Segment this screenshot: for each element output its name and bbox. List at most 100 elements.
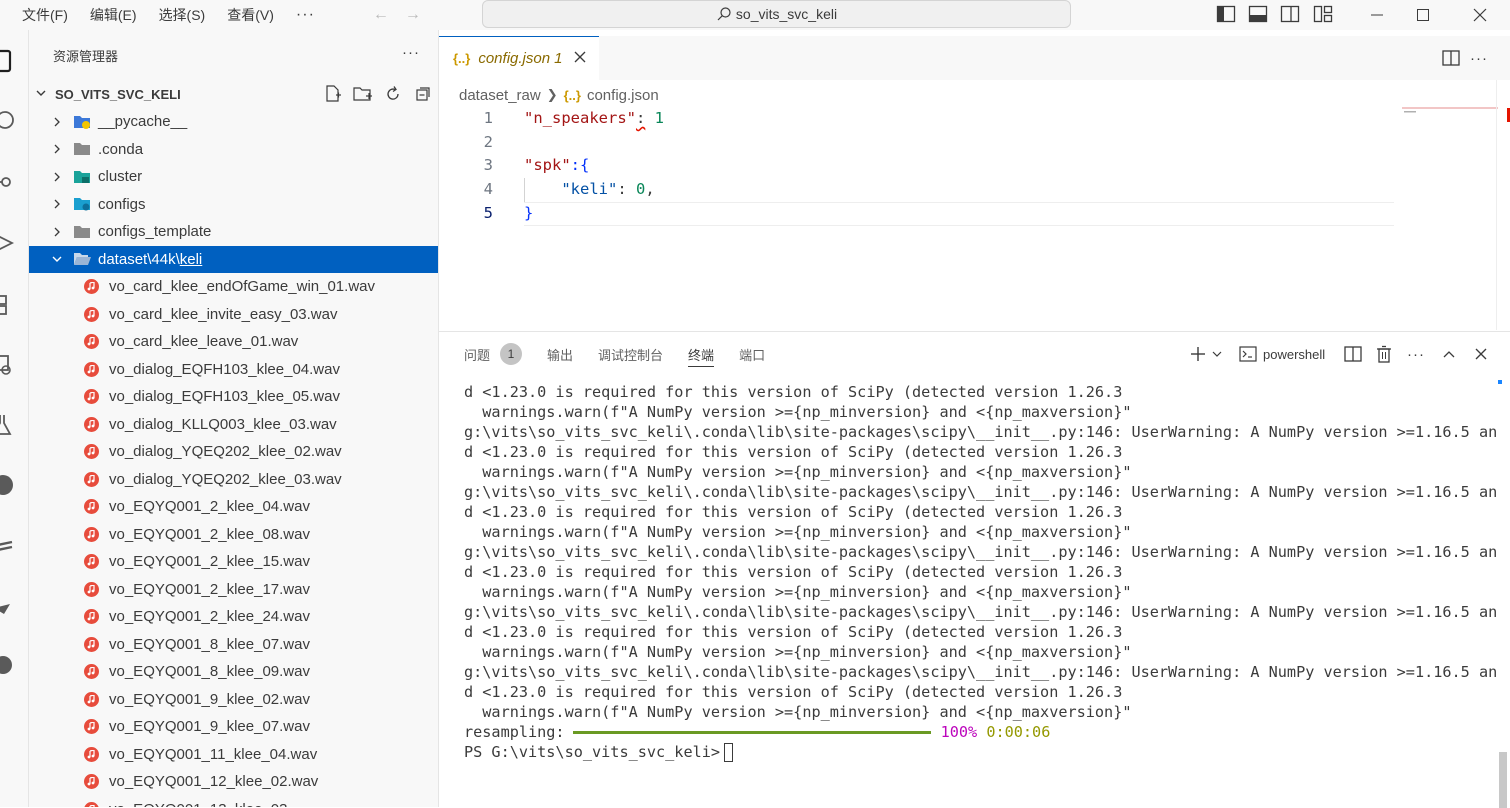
close-window-button[interactable]: [1457, 0, 1503, 30]
menu-file[interactable]: 文件(F): [0, 0, 79, 30]
file-name: vo_EQYQ001_12_klee_02.wav: [109, 773, 319, 791]
tab-problems[interactable]: 问题 1: [464, 332, 523, 376]
workspace-root[interactable]: SO_VITS_SVC_KELI: [29, 80, 438, 108]
run-debug-icon[interactable]: [0, 230, 16, 256]
progress-label: resampling:: [464, 723, 565, 741]
new-file-icon[interactable]: [318, 83, 348, 105]
menu-selection[interactable]: 选择(S): [148, 0, 217, 30]
github-icon[interactable]: [0, 472, 16, 498]
editor-more-button[interactable]: ···: [1469, 48, 1489, 68]
terminal-line: d <1.23.0 is required for this version o…: [464, 383, 1123, 401]
file-name: vo_card_klee_invite_easy_03.wav: [109, 305, 338, 323]
file-item[interactable]: vo_dialog_KLLQ003_klee_03.wav: [29, 411, 438, 439]
collapse-all-icon[interactable]: [408, 83, 438, 105]
maximize-button[interactable]: [1400, 0, 1446, 30]
progress-time: 0:00:06: [986, 723, 1051, 741]
file-item[interactable]: vo_EQYQ001_8_klee_09.wav: [29, 658, 438, 686]
toggle-secondary-sidebar-icon[interactable]: [1280, 5, 1300, 23]
file-item[interactable]: vo_EQYQ001_13_klee_03: [29, 796, 438, 807]
chevron-down-icon[interactable]: [1212, 344, 1222, 364]
tree-folder-configs[interactable]: configs: [29, 191, 438, 219]
customize-layout-icon[interactable]: [1313, 5, 1333, 23]
maximize-panel-icon[interactable]: [1442, 344, 1456, 364]
terminal-shell-selector[interactable]: powershell: [1239, 344, 1325, 364]
audio-file-icon: [84, 636, 99, 652]
audio-file-icon: [84, 526, 99, 542]
extensions-icon[interactable]: [0, 292, 16, 318]
file-item[interactable]: vo_EQYQ001_8_klee_07.wav: [29, 631, 438, 659]
file-name: vo_EQYQ001_8_klee_09.wav: [109, 663, 310, 681]
trash-icon[interactable]: [1376, 344, 1392, 364]
terminal-output[interactable]: d <1.23.0 is required for this version o…: [464, 382, 1504, 762]
back-arrow-icon[interactable]: ←: [365, 6, 397, 24]
tab-debug-console[interactable]: 调试控制台: [598, 332, 663, 376]
split-editor-icon[interactable]: [1441, 48, 1461, 68]
menu-view[interactable]: 查看(V): [216, 0, 285, 30]
file-item[interactable]: vo_card_klee_invite_easy_03.wav: [29, 301, 438, 329]
file-item[interactable]: vo_dialog_EQFH103_klee_04.wav: [29, 356, 438, 384]
file-item[interactable]: vo_EQYQ001_9_klee_07.wav: [29, 713, 438, 741]
file-item[interactable]: vo_EQYQ001_2_klee_04.wav: [29, 493, 438, 521]
toggle-primary-sidebar-icon[interactable]: [1216, 5, 1236, 23]
search-view-icon[interactable]: [0, 108, 16, 134]
file-item[interactable]: vo_dialog_YQEQ202_klee_03.wav: [29, 466, 438, 494]
close-panel-icon[interactable]: [1475, 344, 1487, 364]
file-item[interactable]: vo_EQYQ001_12_klee_02.wav: [29, 768, 438, 796]
menu-more-button[interactable]: ···: [285, 0, 325, 30]
tree-folder-configs-template[interactable]: configs_template: [29, 218, 438, 246]
file-item[interactable]: vo_dialog_EQFH103_klee_05.wav: [29, 383, 438, 411]
code-editor[interactable]: 1 "n_speakers": 1 2 3 "spk":{ 4 "keli": …: [439, 106, 1399, 328]
extension-tool-icon[interactable]: [0, 592, 16, 618]
file-item[interactable]: vo_EQYQ001_9_klee_02.wav: [29, 686, 438, 714]
panel-more-button[interactable]: ···: [1407, 344, 1425, 364]
file-item[interactable]: vo_EQYQ001_2_klee_17.wav: [29, 576, 438, 604]
breadcrumb-folder[interactable]: dataset_raw: [459, 87, 541, 104]
chevron-right-icon: [51, 198, 71, 210]
file-item[interactable]: vo_EQYQ001_2_klee_24.wav: [29, 603, 438, 631]
new-folder-icon[interactable]: [348, 83, 378, 105]
remote-explorer-icon[interactable]: [0, 352, 16, 378]
minimap[interactable]: [1400, 106, 1500, 116]
explorer-icon[interactable]: [0, 48, 16, 74]
json-brace: :{: [570, 156, 590, 175]
file-item[interactable]: vo_EQYQ001_2_klee_15.wav: [29, 548, 438, 576]
terminal-line: g:\vits\so_vits_svc_keli\.conda\lib\site…: [464, 663, 1498, 681]
refresh-icon[interactable]: [378, 83, 408, 105]
tree-folder-conda[interactable]: .conda: [29, 136, 438, 164]
tab-output[interactable]: 输出: [547, 332, 573, 376]
file-name: vo_card_klee_endOfGame_win_01.wav: [109, 278, 375, 296]
audio-file-icon: [84, 444, 99, 460]
terminal-scrollbar[interactable]: [1499, 752, 1507, 808]
explorer-more-button[interactable]: ···: [402, 44, 420, 61]
accounts-icon[interactable]: [0, 652, 16, 678]
split-terminal-icon[interactable]: [1344, 344, 1362, 364]
file-item[interactable]: vo_card_klee_endOfGame_win_01.wav: [29, 273, 438, 301]
code-text: "n_speakers": 1: [524, 109, 664, 127]
file-item[interactable]: vo_card_klee_leave_01.wav: [29, 328, 438, 356]
file-item[interactable]: vo_EQYQ001_2_klee_08.wav: [29, 521, 438, 549]
terminal-line: g:\vits\so_vits_svc_keli\.conda\lib\site…: [464, 543, 1498, 561]
command-center-search[interactable]: so_vits_svc_keli: [482, 0, 1071, 28]
tree-folder-pycache[interactable]: __pycache__: [29, 108, 438, 136]
menu-edit[interactable]: 编辑(E): [79, 0, 148, 30]
tree-folder-cluster[interactable]: cluster: [29, 163, 438, 191]
file-item[interactable]: vo_dialog_YQEQ202_klee_02.wav: [29, 438, 438, 466]
file-name: vo_EQYQ001_8_klee_07.wav: [109, 635, 310, 653]
source-control-icon[interactable]: [0, 168, 16, 194]
tab-ports[interactable]: 端口: [739, 332, 765, 376]
docker-icon[interactable]: [0, 532, 16, 558]
terminal-shell-name: powershell: [1263, 346, 1326, 362]
editor-tab-config-json[interactable]: {..} config.json 1: [439, 36, 599, 80]
tree-folder-dataset-44k-keli[interactable]: dataset\44k\keli: [29, 245, 438, 273]
audio-file-icon: [84, 801, 99, 807]
tab-terminal[interactable]: 终端: [688, 332, 715, 376]
editor-overview-ruler[interactable]: [1496, 80, 1510, 330]
breadcrumb-file[interactable]: config.json: [587, 87, 659, 104]
forward-arrow-icon[interactable]: →: [397, 6, 429, 24]
new-terminal-icon[interactable]: [1189, 344, 1207, 364]
close-tab-icon[interactable]: [574, 50, 586, 68]
toggle-panel-icon[interactable]: [1248, 5, 1268, 23]
testing-icon[interactable]: [0, 412, 16, 438]
file-item[interactable]: vo_EQYQ001_11_klee_04.wav: [29, 741, 438, 769]
minimize-button[interactable]: [1354, 0, 1400, 30]
